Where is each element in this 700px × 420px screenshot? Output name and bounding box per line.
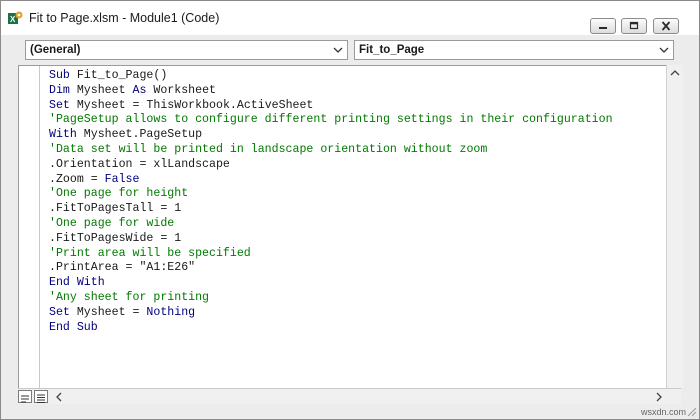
- svg-text:X: X: [10, 15, 16, 24]
- scroll-left-icon[interactable]: [55, 392, 63, 402]
- code-keyword: End Sub: [49, 320, 98, 334]
- margin-indicator-bar[interactable]: [19, 66, 40, 403]
- object-dropdown-value: (General): [30, 44, 81, 56]
- excel-macro-icon: X: [7, 10, 23, 26]
- code-text: .FitToPagesTall = 1: [49, 202, 182, 216]
- code-editor[interactable]: Sub Fit_to_Page() Dim Mysheet As Workshee…: [18, 65, 681, 404]
- code-line[interactable]: End With: [49, 276, 664, 291]
- code-comment: 'One page for height: [49, 187, 189, 201]
- code-line[interactable]: 'Any sheet for printing: [49, 291, 664, 306]
- code-text: .Orientation = xlLandscape: [49, 157, 230, 171]
- code-line[interactable]: .Zoom = False: [49, 173, 664, 188]
- code-keyword: Nothing: [146, 305, 196, 319]
- code-line[interactable]: With Mysheet.PageSetup: [49, 128, 664, 143]
- chevron-down-icon: [333, 47, 343, 53]
- code-line[interactable]: Set Mysheet = ThisWorkbook.ActiveSheet: [49, 99, 664, 114]
- full-module-view-button[interactable]: [34, 390, 48, 403]
- code-comment: 'Print area will be specified: [49, 246, 251, 260]
- close-icon: [661, 21, 671, 31]
- restore-button[interactable]: [621, 18, 647, 34]
- code-line[interactable]: Set Mysheet = Nothing: [49, 306, 664, 321]
- code-line[interactable]: .FitToPagesTall = 1: [49, 202, 664, 217]
- object-dropdown[interactable]: (General): [25, 40, 348, 60]
- code-text: .PrintArea = "A1:E26": [49, 261, 196, 275]
- code-line[interactable]: .Orientation = xlLandscape: [49, 158, 664, 173]
- code-text: .FitToPagesWide = 1: [49, 231, 182, 245]
- horizontal-scrollbar[interactable]: [18, 388, 681, 404]
- code-line[interactable]: 'Data set will be printed in landscape o…: [49, 143, 664, 158]
- code-line[interactable]: 'One page for wide: [49, 217, 664, 232]
- vbe-code-window: X Fit to Page.xlsm - Module1 (Code) (Gen…: [0, 0, 700, 420]
- code-comment: 'One page for wide: [49, 216, 175, 230]
- scroll-up-icon[interactable]: [670, 69, 680, 77]
- minimize-icon: [599, 27, 607, 29]
- code-keyword: Set: [49, 98, 77, 112]
- code-text-area[interactable]: Sub Fit_to_Page() Dim Mysheet As Workshee…: [49, 69, 664, 389]
- close-button[interactable]: [653, 18, 679, 34]
- code-keyword: Set: [49, 305, 77, 319]
- restore-icon: [629, 21, 639, 30]
- code-line[interactable]: Dim Mysheet As Worksheet: [49, 84, 664, 99]
- code-keyword: With: [49, 128, 84, 142]
- code-line[interactable]: .FitToPagesWide = 1: [49, 232, 664, 247]
- code-keyword: False: [104, 172, 140, 186]
- code-keyword: End With: [49, 276, 105, 290]
- window-title: Fit to Page.xlsm - Module1 (Code): [29, 11, 220, 25]
- resize-grip-icon[interactable]: [685, 405, 697, 417]
- minimize-button[interactable]: [590, 18, 616, 34]
- watermark: wsxdn.com: [641, 407, 687, 417]
- procedure-view-button[interactable]: [18, 390, 32, 403]
- code-text: Worksheet: [153, 83, 217, 97]
- procedure-view-icon: [21, 395, 29, 403]
- code-text: Mysheet = ThisWorkbook.ActiveSheet: [76, 98, 314, 112]
- title-bar[interactable]: X Fit to Page.xlsm - Module1 (Code): [1, 1, 699, 35]
- code-text: .Zoom =: [49, 172, 105, 186]
- code-line[interactable]: 'One page for height: [49, 187, 664, 202]
- code-comment: 'Data set will be printed in landscape o…: [49, 142, 488, 156]
- combo-bar: (General) Fit_to_Page: [1, 37, 699, 63]
- procedure-dropdown[interactable]: Fit_to_Page: [354, 40, 674, 60]
- code-line[interactable]: 'Print area will be specified: [49, 247, 664, 262]
- code-text: Mysheet =: [76, 305, 147, 319]
- code-keyword: Sub: [49, 69, 77, 82]
- code-comment: 'Any sheet for printing: [49, 290, 210, 304]
- scroll-right-icon[interactable]: [655, 392, 663, 402]
- code-text: Fit_to_Page(): [76, 69, 168, 82]
- code-comment: 'PageSetup allows to configure different…: [49, 113, 613, 127]
- vertical-scrollbar[interactable]: [666, 65, 683, 388]
- full-module-view-icon: [37, 394, 45, 403]
- code-text: Mysheet: [76, 83, 133, 97]
- code-line[interactable]: .PrintArea = "A1:E26": [49, 261, 664, 276]
- code-line[interactable]: 'PageSetup allows to configure different…: [49, 113, 664, 128]
- code-text: Mysheet.PageSetup: [83, 128, 203, 142]
- chevron-down-icon: [659, 47, 669, 53]
- code-keyword: Dim: [49, 83, 77, 97]
- code-line[interactable]: End Sub: [49, 321, 664, 336]
- procedure-dropdown-value: Fit_to_Page: [359, 44, 425, 56]
- code-line[interactable]: Sub Fit_to_Page(): [49, 69, 664, 84]
- code-keyword: As: [132, 83, 154, 97]
